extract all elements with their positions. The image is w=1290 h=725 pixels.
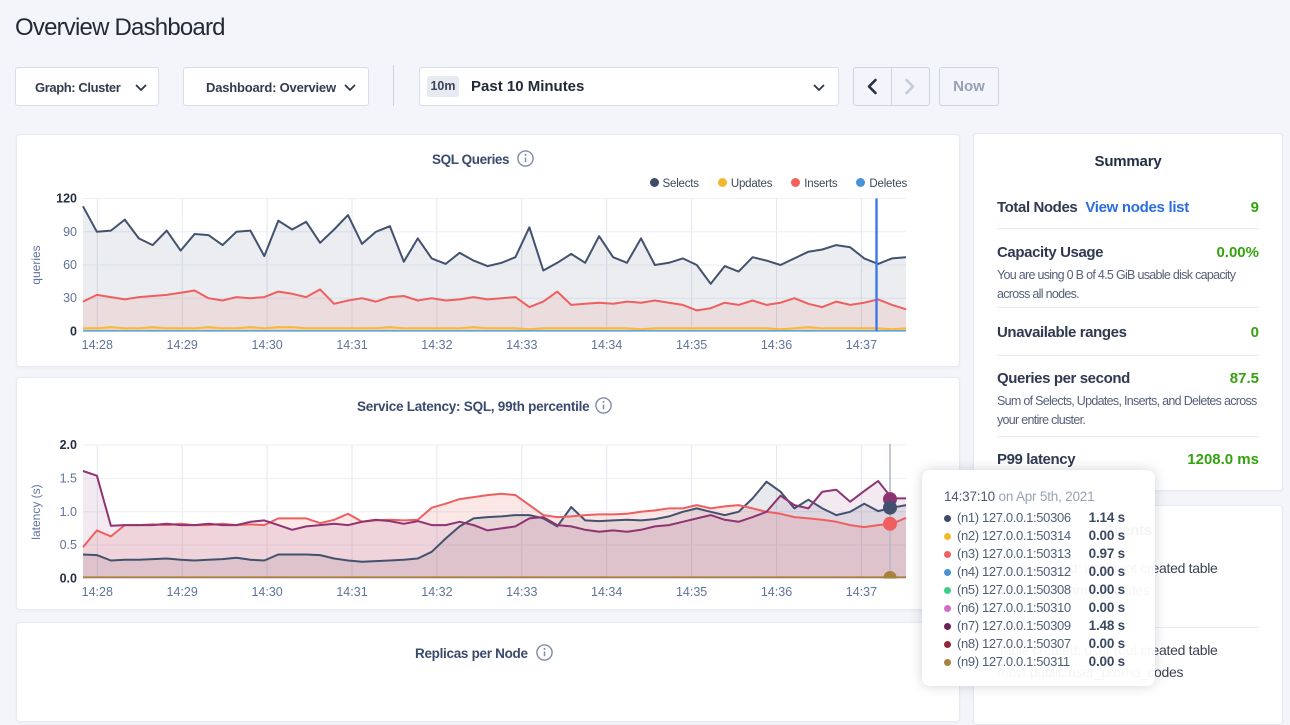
svg-text:90: 90 [63, 225, 77, 239]
svg-text:14:37: 14:37 [846, 585, 877, 599]
svg-text:14:29: 14:29 [167, 585, 198, 599]
svg-text:14:33: 14:33 [506, 338, 537, 352]
svg-text:14:35: 14:35 [676, 585, 707, 599]
svg-text:14:34: 14:34 [591, 585, 622, 599]
svg-text:14:28: 14:28 [82, 338, 113, 352]
svg-text:14:32: 14:32 [421, 338, 452, 352]
svg-text:14:29: 14:29 [167, 338, 198, 352]
svg-text:14:31: 14:31 [336, 338, 367, 352]
svg-text:1.0: 1.0 [60, 505, 77, 519]
svg-text:30: 30 [63, 291, 77, 305]
svg-text:14:32: 14:32 [421, 585, 452, 599]
svg-text:0.0: 0.0 [60, 572, 77, 586]
svg-text:14:30: 14:30 [251, 585, 282, 599]
svg-text:14:31: 14:31 [336, 585, 367, 599]
svg-text:14:28: 14:28 [82, 585, 113, 599]
svg-text:latency (s): latency (s) [29, 484, 43, 539]
svg-text:2.0: 2.0 [60, 438, 77, 452]
svg-text:14:33: 14:33 [506, 585, 537, 599]
svg-text:14:37: 14:37 [846, 338, 877, 352]
svg-text:14:36: 14:36 [761, 338, 792, 352]
svg-text:14:34: 14:34 [591, 338, 622, 352]
svg-text:14:35: 14:35 [676, 338, 707, 352]
svg-text:120: 120 [56, 192, 77, 206]
svg-text:14:36: 14:36 [761, 585, 792, 599]
svg-text:1.5: 1.5 [60, 471, 77, 485]
svg-text:queries: queries [29, 245, 43, 284]
svg-text:60: 60 [63, 258, 77, 272]
svg-text:0.5: 0.5 [60, 538, 77, 552]
svg-text:14:30: 14:30 [251, 338, 282, 352]
svg-text:0: 0 [70, 325, 77, 339]
